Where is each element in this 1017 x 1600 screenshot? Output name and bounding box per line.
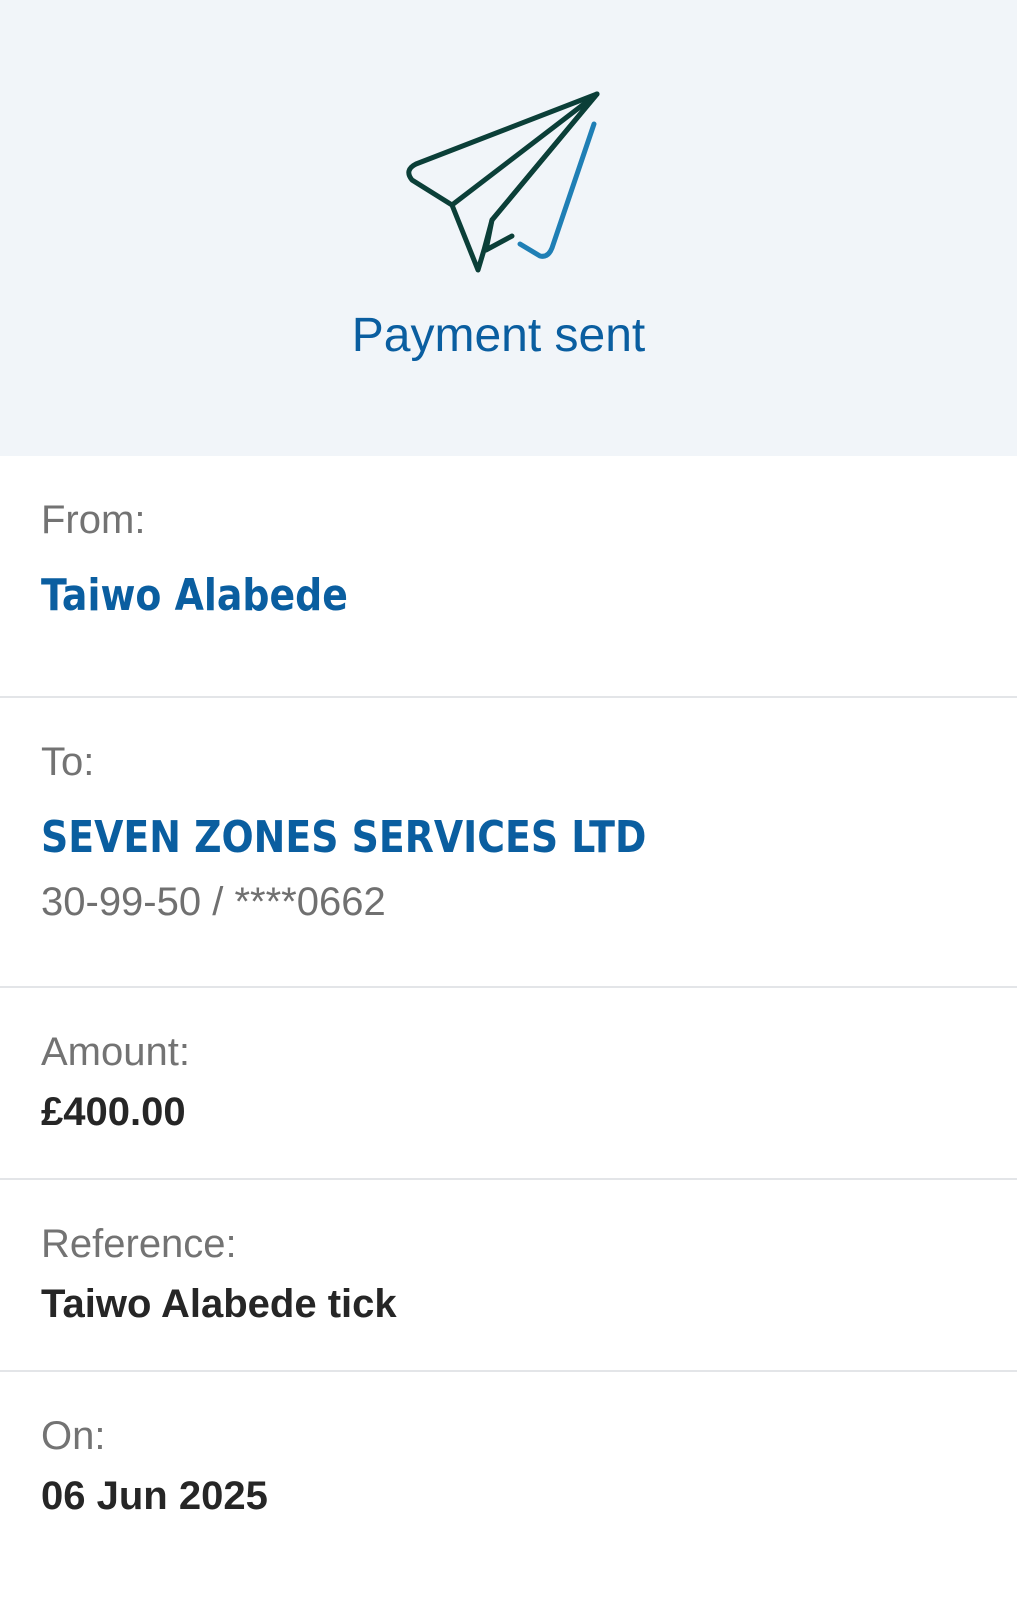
to-section: To: SEVEN ZONES SERVICES LTD 30-99-50 / …: [0, 698, 1017, 986]
date-value: 06 Jun 2025: [41, 1474, 268, 1518]
date-label: On:: [41, 1414, 106, 1458]
payment-confirmation-header: Payment sent: [0, 0, 1017, 456]
from-label: From:: [41, 498, 146, 542]
payee-account: 30-99-50 / ****0662: [41, 880, 386, 924]
from-section: From: Taiwo Alabede: [0, 456, 1017, 696]
paper-plane-check-icon: [406, 91, 600, 273]
amount-label: Amount:: [41, 1030, 190, 1074]
reference-section: Reference: Taiwo Alabede tick: [0, 1180, 1017, 1370]
amount-section: Amount: £400.00: [0, 988, 1017, 1178]
payee-name: SEVEN ZONES SERVICES LTD: [41, 812, 647, 863]
amount-value: £400.00: [41, 1090, 186, 1134]
date-section: On: 06 Jun 2025: [0, 1372, 1017, 1600]
reference-label: Reference:: [41, 1222, 237, 1266]
reference-value: Taiwo Alabede tick: [41, 1282, 397, 1326]
to-label: To:: [41, 740, 95, 784]
from-name: Taiwo Alabede: [41, 570, 348, 621]
page-title: Payment sent: [351, 309, 646, 362]
